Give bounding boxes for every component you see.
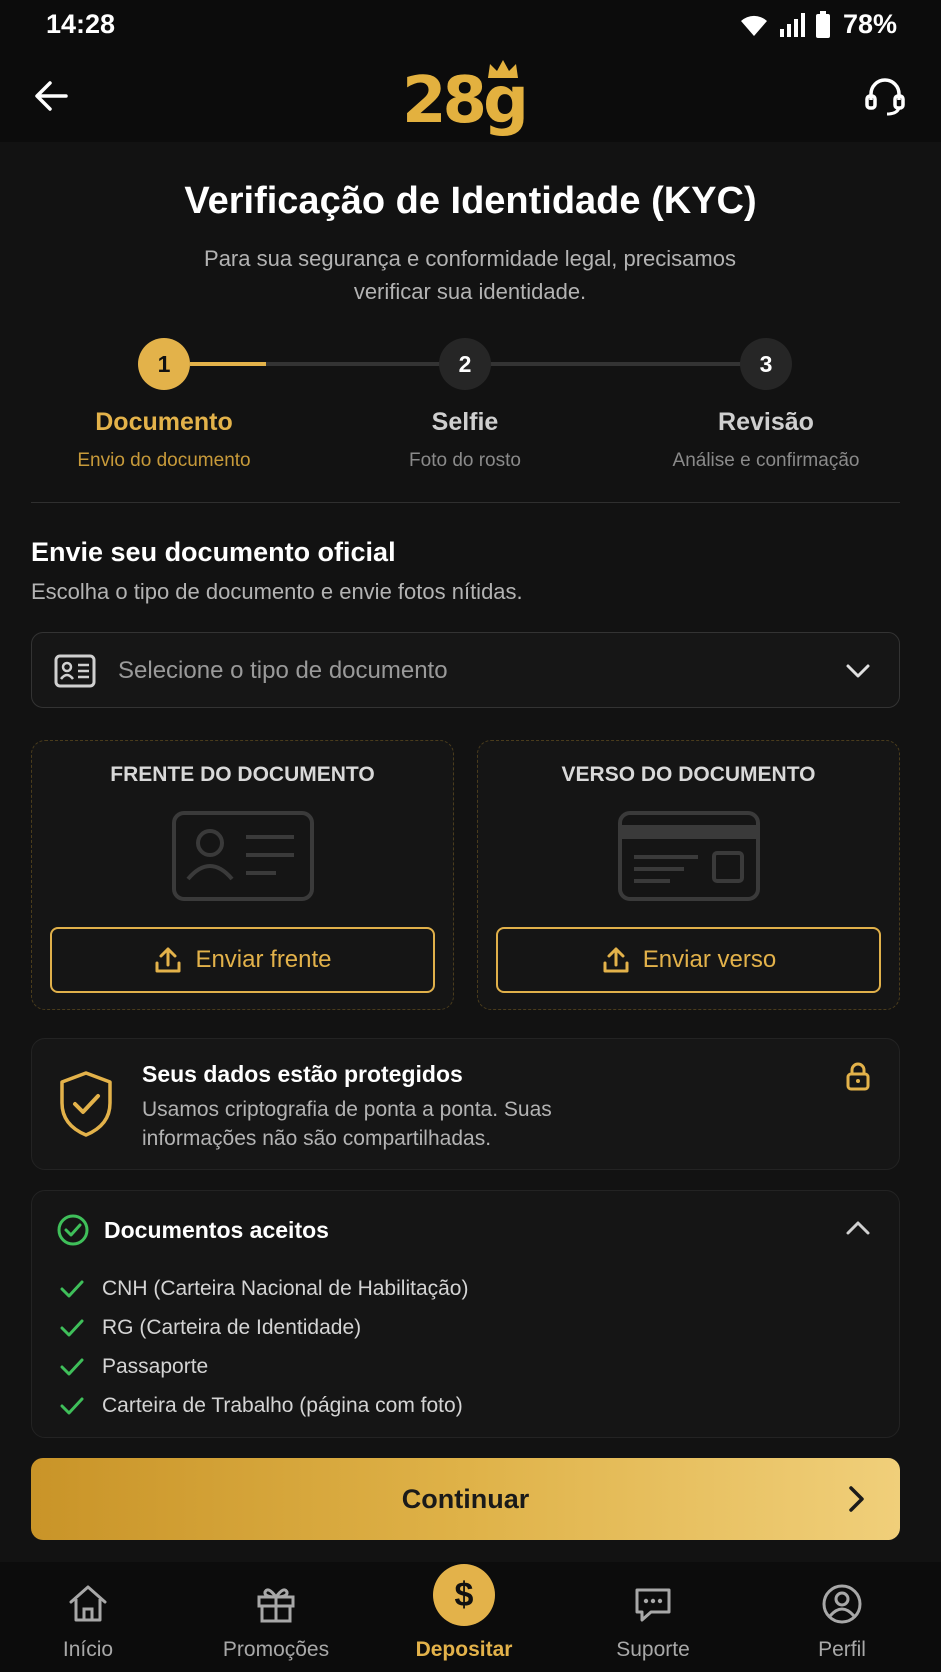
- user-icon: [822, 1584, 862, 1624]
- battery-percentage: 78%: [842, 9, 897, 39]
- nav-label: Suporte: [616, 1638, 690, 1661]
- upload-icon: [155, 947, 181, 973]
- data-protection-title: Seus dados estão protegidos: [142, 1061, 463, 1087]
- app-header: 28g: [0, 50, 941, 142]
- accepted-documents-title: Documentos aceitos: [104, 1217, 329, 1243]
- chat-icon: [635, 1588, 671, 1622]
- accepted-documents-card[interactable]: Documentos aceitos CNH (Carteira Naciona…: [31, 1190, 900, 1438]
- step-1-title: Documento: [95, 408, 233, 436]
- nav-label: Depositar: [415, 1638, 513, 1661]
- data-protection-card: Seus dados estão protegidos Usamos cript…: [31, 1038, 900, 1170]
- step-2-title: Selfie: [431, 408, 499, 436]
- arrow-left-icon: [35, 81, 68, 111]
- lock-icon: [846, 1062, 870, 1091]
- upload-icon: [603, 947, 629, 973]
- home-icon: [69, 1585, 107, 1622]
- upload-front-button[interactable]: Enviar frente: [50, 927, 435, 993]
- shield-check-icon: [60, 1071, 112, 1137]
- nav-label: Perfil: [818, 1638, 866, 1661]
- document-type-placeholder: Selecione o tipo de documento: [118, 657, 448, 684]
- nav-item-perfil[interactable]: Perfil: [767, 1562, 917, 1672]
- chevron-right-icon: [849, 1486, 864, 1512]
- step-1-circle: 1: [138, 338, 190, 390]
- step-3-subtitle: Análise e confirmação: [672, 450, 860, 471]
- upload-front-card: FRENTE DO DOCUMENTO Enviar frente: [31, 740, 454, 1010]
- document-type-select[interactable]: Selecione o tipo de documento: [31, 632, 900, 708]
- nav-item-suporte[interactable]: Suporte: [578, 1562, 728, 1672]
- list-item: Carteira de Trabalho (página com foto): [60, 1386, 468, 1425]
- page-title: Verificação de Identidade (KYC): [184, 180, 757, 222]
- support-button[interactable]: [863, 74, 907, 118]
- list-item: CNH (Carteira Nacional de Habilitação): [60, 1269, 468, 1308]
- upload-front-button-label: Enviar frente: [195, 946, 332, 973]
- upload-back-button[interactable]: Enviar verso: [496, 927, 881, 993]
- upload-back-button-label: Enviar verso: [642, 946, 777, 973]
- step-1-subtitle: Envio do documento: [77, 450, 251, 471]
- divider: [31, 502, 900, 503]
- nav-label: Início: [62, 1638, 114, 1661]
- back-button[interactable]: [30, 74, 74, 118]
- brand-logo: 28g: [402, 58, 532, 138]
- continue-button[interactable]: Continuar: [31, 1458, 900, 1540]
- check-circle-icon: [57, 1214, 89, 1246]
- wifi-icon: [739, 12, 769, 38]
- section-subtitle: Escolha o tipo de documento e envie foto…: [31, 579, 523, 604]
- headset-icon: [865, 78, 905, 116]
- accepted-document-label: Carteira de Trabalho (página com foto): [102, 1393, 463, 1417]
- check-icon: [60, 1358, 84, 1375]
- upload-back-label: VERSO DO DOCUMENTO: [561, 763, 816, 786]
- step-2-subtitle: Foto do rosto: [409, 450, 521, 471]
- crown-icon: [488, 60, 518, 78]
- upload-front-label: FRENTE DO DOCUMENTO: [110, 763, 375, 786]
- step-2-circle: 2: [439, 338, 491, 390]
- main-content: Verificação de Identidade (KYC) Para sua…: [0, 142, 941, 1562]
- id-card-icon: [54, 654, 96, 688]
- gift-icon: [257, 1588, 295, 1623]
- dollar-icon: $: [433, 1564, 495, 1626]
- battery-icon: [815, 10, 831, 39]
- id-card-back-illustration: [618, 811, 760, 901]
- chevron-up-icon: [846, 1221, 870, 1235]
- list-item: Passaporte: [60, 1347, 468, 1386]
- step-3-title: Revisão: [718, 408, 814, 436]
- accepted-documents-list: CNH (Carteira Nacional de Habilitação) R…: [60, 1269, 468, 1425]
- id-card-front-illustration: [172, 811, 314, 901]
- nav-item-promocoes[interactable]: Promoções: [201, 1562, 351, 1672]
- section-title: Envie seu documento oficial: [31, 537, 396, 567]
- signal-icon: [779, 12, 805, 38]
- data-protection-text: Usamos criptografia de ponta a ponta. Su…: [142, 1098, 552, 1150]
- nav-label: Promoções: [222, 1638, 330, 1661]
- status-time: 14:28: [46, 9, 116, 39]
- chevron-down-icon: [846, 664, 870, 678]
- nav-item-inicio[interactable]: Início: [13, 1562, 163, 1672]
- step-3-circle: 3: [740, 338, 792, 390]
- page-subtitle: Para sua segurança e conformidade legal,…: [204, 246, 736, 304]
- list-item: RG (Carteira de Identidade): [60, 1308, 468, 1347]
- accepted-document-label: RG (Carteira de Identidade): [102, 1315, 362, 1339]
- upload-back-card: VERSO DO DOCUMENTO Enviar verso: [477, 740, 900, 1010]
- check-icon: [60, 1280, 84, 1297]
- status-bar: 14:28 78%: [0, 0, 941, 50]
- nav-item-depositar[interactable]: $ Depositar: [389, 1562, 539, 1672]
- accepted-document-label: Passaporte: [102, 1354, 209, 1378]
- bottom-navigation: Início Promoções $ Depositar Suporte Per…: [0, 1562, 941, 1672]
- continue-button-label: Continuar: [401, 1484, 530, 1514]
- check-icon: [60, 1397, 84, 1414]
- status-indicators: 78%: [739, 9, 897, 40]
- step-connector-progress: [190, 362, 266, 366]
- check-icon: [60, 1319, 84, 1336]
- accepted-document-label: CNH (Carteira Nacional de Habilitação): [102, 1276, 469, 1300]
